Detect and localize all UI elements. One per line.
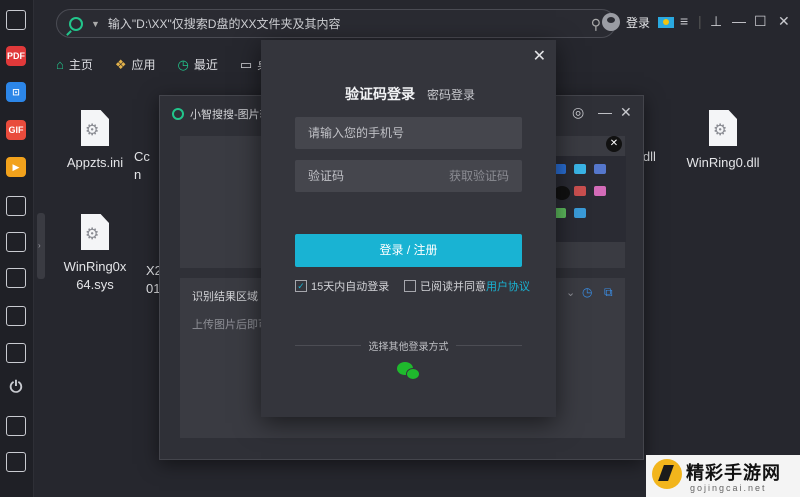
wechat-icon[interactable] (397, 362, 421, 382)
settings-icon[interactable]: ◎ (572, 104, 584, 121)
result-placeholder: 上传图片后即可 (192, 319, 269, 331)
filter-icon[interactable]: ⚲ (591, 16, 601, 33)
file-item[interactable]: Appzts.ini (50, 110, 140, 172)
pin-icon[interactable]: ⊥ (710, 13, 722, 30)
avatar-icon (602, 13, 620, 31)
login-label: 登录 (626, 15, 651, 30)
pdf-icon[interactable]: PDF (6, 46, 26, 66)
file-settings-icon (81, 110, 109, 146)
code-input[interactable]: 验证码 获取验证码 (295, 160, 522, 192)
app-window: PDF ⊡ GIF ▶ ⏻ › ▼ 输入"D:\XX"仅搜索D盘的XX文件夹及其… (0, 0, 800, 497)
copy-icon[interactable]: ⧉ (604, 285, 613, 300)
nav-item-apps[interactable]: ❖ 应用 (115, 56, 156, 73)
apps-icon: ❖ (114, 56, 127, 72)
delete-file-icon[interactable] (6, 452, 26, 472)
badge-icon (658, 16, 675, 28)
auto-login-checkbox[interactable]: ✓ 15天内自动登录 (295, 278, 389, 294)
file-item[interactable]: WinRing0x64.sys (50, 214, 140, 294)
nav-label: 最近 (193, 58, 218, 72)
power-icon[interactable]: ⏻ (6, 378, 26, 398)
maximize-icon[interactable]: ☐ (754, 13, 767, 30)
close-icon[interactable]: ✕ (533, 46, 546, 66)
lock-icon[interactable] (6, 268, 26, 288)
login-register-button[interactable]: 登录 / 注册 (295, 234, 522, 267)
monitor-pulse-icon[interactable] (6, 306, 26, 326)
search-icon (69, 16, 83, 31)
chevron-down-icon[interactable]: ▼ (91, 19, 100, 29)
clock-icon: ◷ (177, 56, 189, 72)
search-placeholder: 输入"D:\XX"仅搜索D盘的XX文件夹及其内容 (107, 17, 341, 31)
nav-item-recent[interactable]: ◷ 最近 (178, 56, 218, 73)
file-settings-icon (709, 110, 737, 146)
menu-icon[interactable]: ≡ (680, 13, 688, 29)
user-login[interactable]: 登录 (602, 13, 675, 31)
search-icon (172, 108, 184, 120)
clipboard-icon[interactable] (6, 343, 26, 363)
result-header: 识别结果区域 (192, 291, 258, 303)
close-icon[interactable]: ✕ (778, 13, 790, 30)
phone-placeholder: 请输入您的手机号 (308, 126, 405, 140)
screenshot-icon[interactable] (6, 10, 26, 30)
monitor-icon: ▭ (239, 56, 253, 72)
checkbox-icon[interactable] (404, 280, 416, 292)
sidebar-collapse-handle[interactable]: › (37, 213, 45, 279)
code-placeholder: 验证码 (308, 169, 345, 183)
left-toolbar: PDF ⊡ GIF ▶ ⏻ (0, 0, 34, 497)
tab-password-login[interactable]: 密码登录 (427, 86, 475, 103)
get-code-button[interactable]: 获取验证码 (449, 160, 509, 192)
nav-bar: ⌂主页 ❖应用 ◷最近 ▭桌 (56, 56, 291, 73)
minimize-icon[interactable]: — (732, 13, 746, 29)
agreement-checkbox[interactable]: 已阅读并同意 用户协议 (404, 278, 530, 294)
home-icon: ⌂ (56, 57, 64, 72)
file-name: Appzts.ini (66, 155, 124, 170)
search-input[interactable]: ▼ 输入"D:\XX"仅搜索D盘的XX文件夹及其内容 ⚲ (56, 9, 616, 38)
chevron-right-icon: › (38, 241, 41, 250)
user-agreement-link[interactable]: 用户协议 (486, 278, 530, 294)
window-title-text: 小智搜搜-图片转 (190, 109, 271, 121)
nav-label: 主页 (68, 58, 93, 72)
other-login-divider: 选择其他登录方式 (295, 338, 522, 353)
divider: | (698, 13, 702, 29)
nav-label: 应用 (131, 58, 156, 72)
file-settings-icon (81, 214, 109, 250)
scan-icon[interactable]: ⊡ (6, 82, 26, 102)
tab-sms-login[interactable]: 验证码登录 (345, 84, 415, 104)
file-item[interactable]: WinRing0.dll (678, 110, 768, 172)
site-logo (652, 459, 682, 489)
chevron-down-icon[interactable]: ⌄ (566, 286, 575, 299)
file-name: WinRing0x64.sys (63, 259, 127, 292)
trash-icon[interactable] (6, 416, 26, 436)
watermark-title: 精彩手游网 (686, 463, 781, 483)
video-icon[interactable]: ▶ (6, 157, 26, 177)
minimize-icon[interactable]: — (598, 104, 612, 120)
login-dialog: ✕ 验证码登录 密码登录 请输入您的手机号 验证码 获取验证码 登录 / 注册 … (261, 40, 556, 417)
checkbox-checked-icon[interactable]: ✓ (295, 280, 307, 292)
phone-input[interactable]: 请输入您的手机号 (295, 117, 522, 149)
agreement-label: 已阅读并同意 (420, 281, 486, 293)
window-title: 小智搜搜-图片转 (172, 106, 271, 122)
close-icon[interactable]: ✕ (620, 104, 632, 121)
nav-item-home[interactable]: ⌂ 主页 (56, 56, 93, 73)
login-tabs: 验证码登录 密码登录 (345, 84, 475, 104)
watermark: 精彩手游网 gojingcai.net (646, 455, 800, 497)
desktop-icon[interactable] (6, 196, 26, 216)
watermark-url: gojingcai.net (690, 483, 767, 493)
file-name: WinRing0.dll (686, 155, 760, 170)
auto-login-label: 15天内自动登录 (311, 281, 390, 293)
calculator-icon[interactable] (6, 232, 26, 252)
gif-icon[interactable]: GIF (6, 120, 26, 140)
history-icon[interactable]: ◷ (582, 285, 592, 299)
preview-close-icon[interactable]: ✕ (606, 136, 622, 152)
